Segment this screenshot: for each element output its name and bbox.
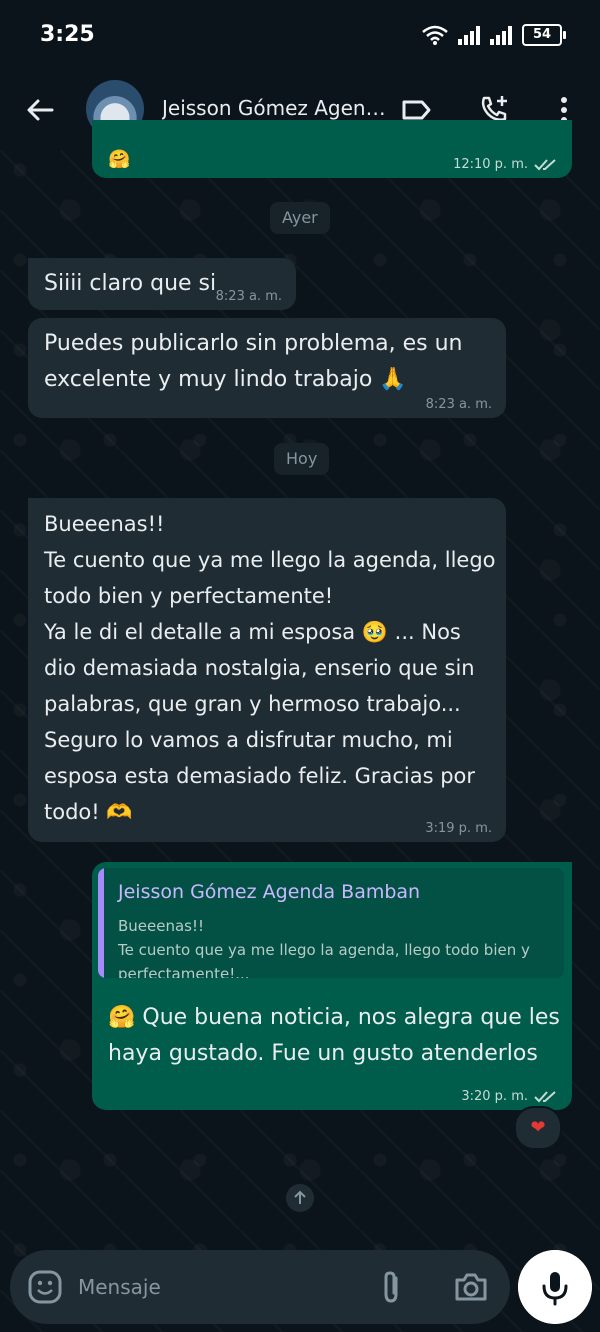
message-text: Siiii claro que si (44, 271, 217, 296)
message-bubble-incoming[interactable]: Bueeenas!! Te cuento que ya me llego la … (28, 498, 506, 842)
message-bubble-outgoing[interactable]: Jeisson Gómez Agenda Bamban Bueeenas!! T… (92, 862, 572, 1110)
attach-icon[interactable] (372, 1268, 410, 1306)
emoji-partial: 🤗 (108, 149, 131, 170)
message-time: 8:23 a. m. (215, 289, 282, 304)
back-arrow-icon[interactable] (20, 90, 60, 130)
message-composer (10, 1250, 510, 1324)
quoted-message[interactable]: Jeisson Gómez Agenda Bamban Bueeenas!! T… (98, 868, 564, 978)
signal-icon-1 (458, 25, 480, 45)
status-bar: 3:25 54 (0, 0, 600, 70)
double-check-icon (534, 159, 556, 171)
message-bubble-outgoing[interactable]: 🤗 12:10 p. m. (92, 120, 572, 178)
status-time: 3:25 (40, 22, 95, 47)
message-text: Bueeenas!! Te cuento que ya me llego la … (44, 512, 496, 824)
emoji-icon[interactable] (26, 1268, 64, 1306)
quote-bar (98, 868, 104, 978)
mic-icon[interactable] (518, 1250, 592, 1324)
message-meta: 12:10 p. m. (453, 158, 558, 172)
wifi-icon (422, 25, 448, 45)
date-chip: Ayer (270, 202, 330, 234)
signal-icon-2 (490, 25, 512, 45)
message-time: 8:23 a. m. (425, 397, 492, 412)
contact-name[interactable]: Jeisson Gómez Agenda... (162, 96, 387, 120)
heart-reaction[interactable]: ❤ (514, 1106, 562, 1150)
message-input[interactable] (76, 1266, 360, 1308)
battery-icon: 54 (522, 24, 566, 46)
message-meta: 3:20 p. m. (461, 1090, 558, 1104)
quote-author: Jeisson Gómez Agenda Bamban (118, 881, 421, 903)
message-bubble-incoming[interactable]: Puedes publicarlo sin problema, es un ex… (28, 318, 506, 418)
camera-icon[interactable] (452, 1268, 490, 1306)
quote-text: Bueeenas!! Te cuento que ya me llego la … (118, 917, 530, 978)
message-text: Puedes publicarlo sin problema, es un ex… (44, 331, 463, 392)
message-text: 🤗 Que buena noticia, nos alegra que les … (108, 1005, 560, 1066)
message-bubble-incoming[interactable]: Siiii claro que si 8:23 a. m. (28, 258, 296, 310)
scroll-up-icon[interactable] (286, 1184, 314, 1212)
double-check-icon (534, 1091, 556, 1103)
status-icons: 54 (422, 24, 566, 46)
message-time: 3:19 p. m. (425, 821, 492, 836)
date-chip: Hoy (274, 443, 330, 475)
